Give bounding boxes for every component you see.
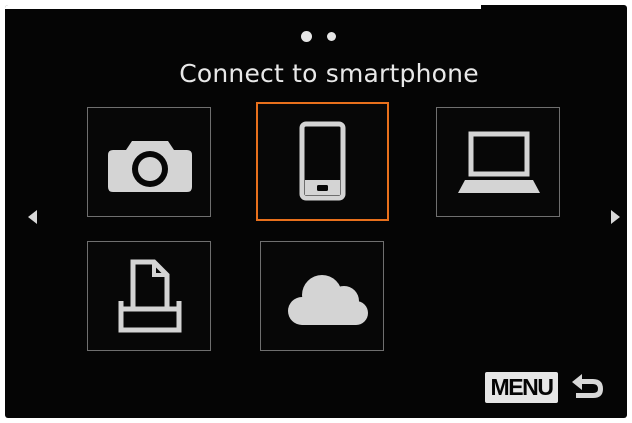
top-strip [5, 5, 481, 9]
menu-button[interactable]: MENU [485, 372, 558, 403]
web-service-tile[interactable] [260, 241, 384, 351]
camera-tile[interactable] [87, 107, 211, 217]
computer-tile[interactable] [436, 107, 560, 217]
smartphone-tile[interactable] [256, 102, 389, 221]
camera-icon [108, 141, 192, 192]
left-arrow-icon[interactable] [28, 210, 37, 224]
page-dot-active [301, 31, 312, 42]
smartphone-icon [299, 121, 346, 201]
page-indicator [297, 31, 357, 43]
right-arrow-icon[interactable] [611, 210, 620, 224]
printer-icon [118, 259, 182, 333]
page-dot-inactive [327, 32, 336, 41]
camera-lcd-screen: Connect to smartphone MENU [5, 5, 627, 418]
return-arrow-icon[interactable] [567, 374, 607, 404]
screen-title: Connect to smartphone [179, 59, 479, 88]
laptop-icon [458, 131, 540, 193]
cloud-icon [288, 275, 368, 325]
printer-tile[interactable] [87, 241, 211, 351]
